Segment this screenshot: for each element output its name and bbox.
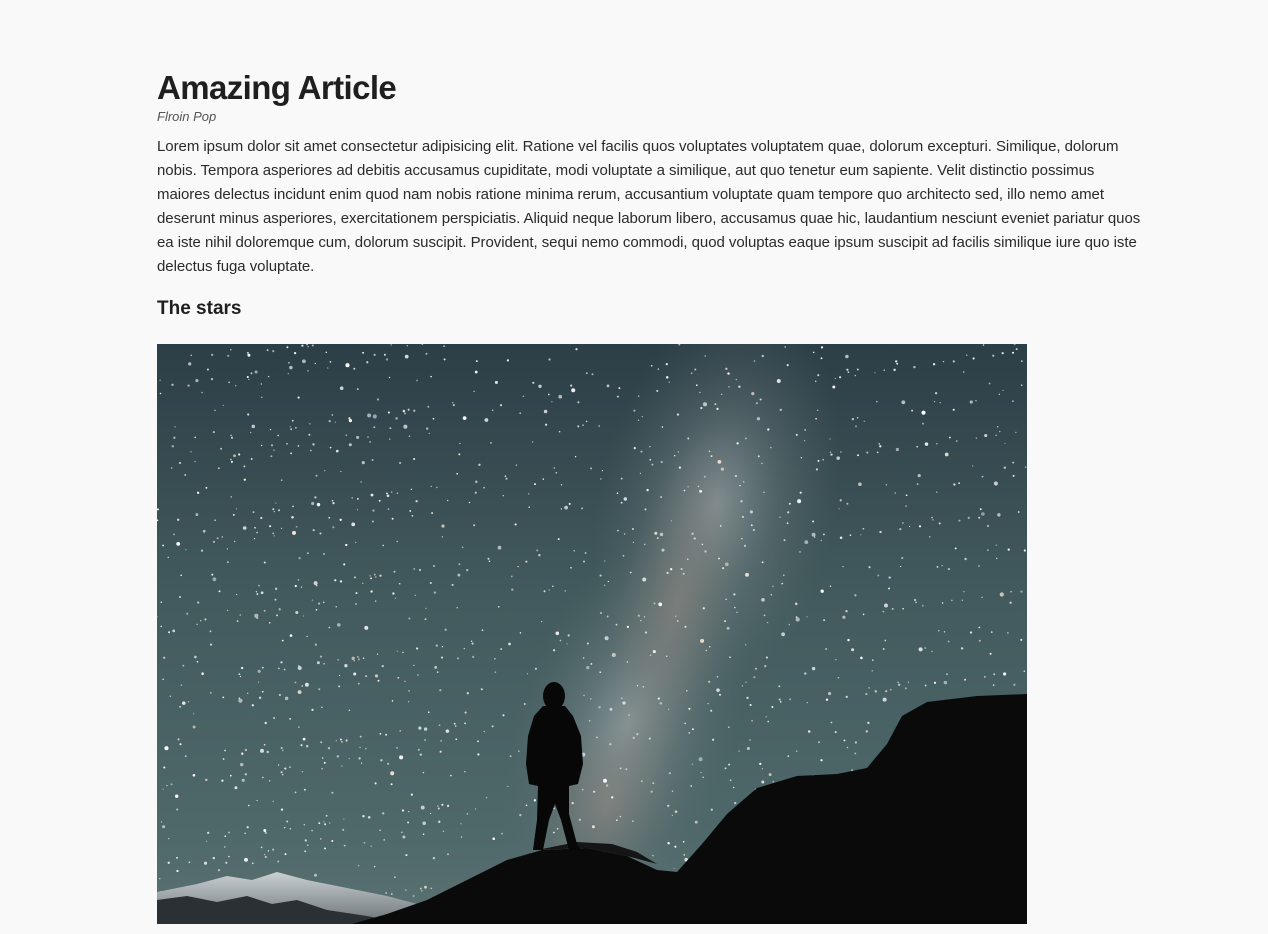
article-body: Lorem ipsum dolor sit amet consectetur a… [157, 138, 1141, 275]
starry-sky-image [157, 344, 1027, 924]
article-title: Amazing Article [157, 69, 397, 106]
article-author: Flroin Pop [157, 109, 217, 124]
starry-sky-illustration [157, 344, 1027, 924]
article: Amazing Article Flroin Pop Lorem ipsum d… [157, 68, 1142, 322]
section-heading: The stars [157, 298, 242, 319]
